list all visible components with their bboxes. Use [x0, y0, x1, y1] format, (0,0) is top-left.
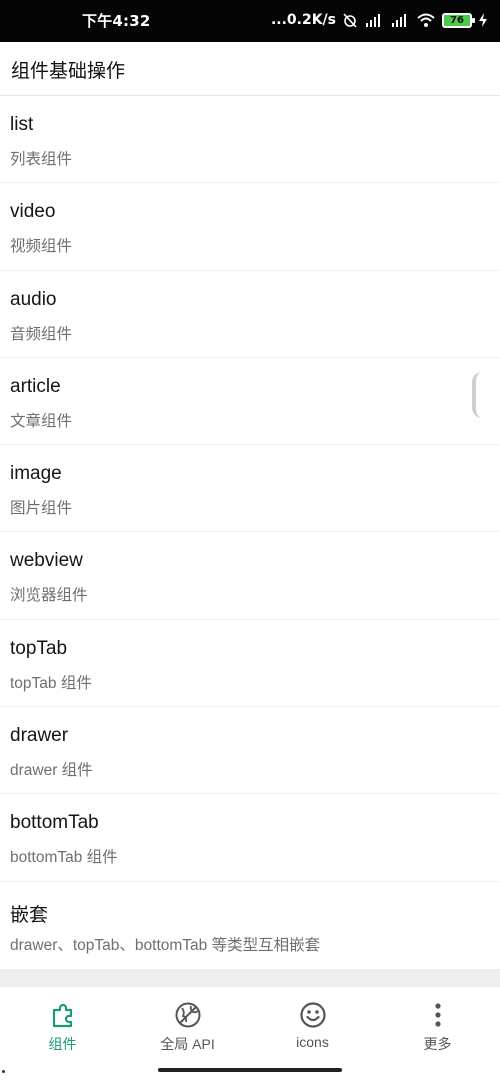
status-bar: 下午4:32 ...0.2K/s 76 — [0, 0, 500, 42]
list-item-title: bottomTab — [10, 812, 99, 834]
list-item-image[interactable]: image 图片组件 — [0, 445, 500, 533]
bottom-tab-bar: 组件 全局 API icons 更多 — [0, 987, 500, 1067]
puzzle-icon — [49, 1001, 77, 1029]
list-item-nested[interactable]: 嵌套 drawer、topTab、bottomTab 等类型互相嵌套 — [0, 881, 500, 969]
tab-components[interactable]: 组件 — [0, 987, 125, 1067]
signal-icon — [390, 12, 410, 28]
tab-label: 更多 — [423, 1036, 452, 1052]
list-item-video[interactable]: video 视频组件 — [0, 183, 500, 271]
list-item-title: audio — [10, 288, 57, 310]
list-item-title: 嵌套 — [10, 904, 49, 926]
list-item-title: image — [10, 463, 62, 485]
wifi-icon — [416, 12, 436, 28]
list-item-title: drawer — [10, 725, 69, 747]
battery-icon: 76 — [442, 12, 475, 28]
list-item-subtitle: 视频组件 — [10, 238, 73, 256]
list-item-subtitle: 图片组件 — [10, 500, 73, 518]
smiley-icon — [299, 1001, 327, 1029]
globe-api-icon — [174, 1001, 202, 1029]
list-item-subtitle: 列表组件 — [10, 151, 73, 168]
list-item-subtitle: 浏览器组件 — [10, 587, 88, 605]
list-item-title: topTab — [10, 637, 68, 659]
page-title: 组件基础操作 — [11, 60, 126, 82]
list-item-article[interactable]: article 文章组件 — [0, 357, 500, 446]
status-icons: ...0.2K/s 76 — [271, 9, 488, 31]
more-vertical-icon — [424, 1001, 452, 1029]
status-time: 下午4:32 — [82, 12, 151, 30]
component-list: list 列表组件 video 视频组件 audio 音频组件 article … — [0, 96, 500, 969]
tab-global-api[interactable]: 全局 API — [125, 987, 250, 1067]
list-item-toptab[interactable]: topTab topTab 组件 — [0, 619, 500, 708]
charging-icon — [478, 12, 488, 28]
page-header: 组件基础操作 — [0, 42, 500, 96]
hd-signal-icon — [364, 12, 384, 28]
list-footer-divider — [0, 969, 500, 987]
list-item-title: article — [10, 375, 61, 397]
tab-icons[interactable]: icons — [250, 987, 375, 1067]
tab-label: icons — [296, 1034, 329, 1050]
list-item-subtitle: 音频组件 — [10, 325, 73, 343]
corner-dot — [2, 1070, 5, 1073]
list-item-webview[interactable]: webview 浏览器组件 — [0, 532, 500, 620]
scroll-indicator — [472, 372, 482, 418]
list-item-list[interactable]: list 列表组件 — [0, 96, 500, 184]
list-item-subtitle: drawer 组件 — [10, 762, 93, 780]
home-indicator[interactable] — [158, 1068, 342, 1072]
list-item-title: list — [10, 114, 34, 135]
list-item-subtitle: topTab 组件 — [10, 674, 92, 692]
list-item-subtitle: bottomTab 组件 — [10, 849, 118, 867]
list-item-title: video — [10, 201, 56, 223]
tab-label: 组件 — [48, 1036, 77, 1052]
list-item-audio[interactable]: audio 音频组件 — [0, 270, 500, 358]
alarm-off-icon — [342, 12, 358, 28]
list-item-bottomtab[interactable]: bottomTab bottomTab 组件 — [0, 794, 500, 882]
tab-more[interactable]: 更多 — [375, 987, 500, 1067]
network-speed: ...0.2K/s — [270, 12, 336, 28]
list-item-subtitle: 文章组件 — [10, 412, 73, 430]
list-item-subtitle: drawer、topTab、bottomTab 等类型互相嵌套 — [10, 936, 321, 954]
tab-label: 全局 API — [160, 1036, 215, 1052]
list-item-drawer[interactable]: drawer drawer 组件 — [0, 707, 500, 795]
list-item-title: webview — [10, 550, 83, 572]
